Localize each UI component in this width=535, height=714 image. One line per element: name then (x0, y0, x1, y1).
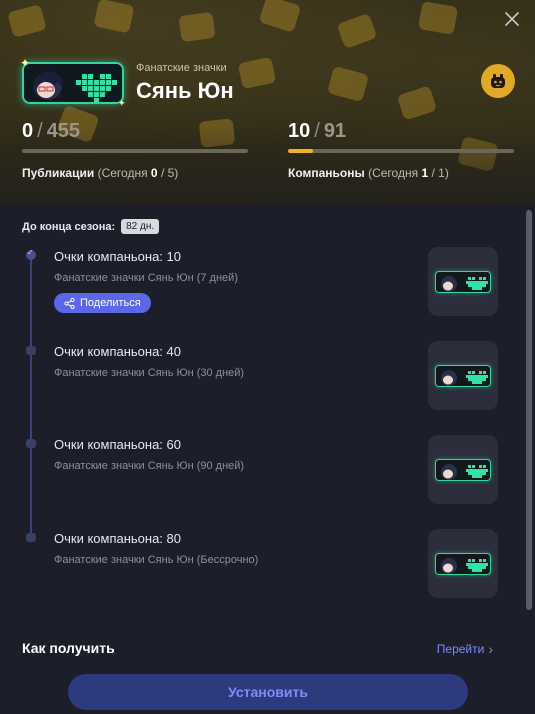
companions-progress-fill (288, 149, 313, 153)
companions-stat: 10/91 Компаньоны (Сегодня 1 / 1) (288, 120, 514, 180)
sparkle-icon: ✦ (118, 98, 126, 108)
posts-label-text: Публикации (22, 166, 95, 180)
reward-title: Очки компаньона: 40 (54, 344, 181, 359)
reward-thumbnail (428, 435, 498, 504)
season-label: До конца сезона: (22, 220, 116, 233)
reward-title: Очки компаньона: 60 (54, 437, 181, 452)
reward-title: Очки компаньона: 80 (54, 531, 181, 546)
posts-total: 455 (46, 120, 81, 142)
season-countdown: До конца сезона: 82 дн. (22, 219, 160, 234)
fan-badge-image (22, 62, 124, 104)
badge-artwork-icon (24, 64, 122, 102)
reward-title: Очки компаньона: 10 (54, 249, 181, 264)
companions-label: Компаньоны (Сегодня 1 / 1) (288, 166, 449, 180)
companions-progress-bar (288, 149, 514, 153)
reward-item: Очки компаньона: 10 Фанатские значки Сян… (54, 249, 414, 314)
mini-badge-icon (435, 552, 491, 575)
companions-today-prefix: (Сегодня (368, 166, 419, 180)
timeline-dot-icon (26, 439, 36, 448)
how-to-get-title: Как получить (22, 640, 115, 656)
mini-badge-icon (435, 270, 491, 293)
mini-badge-icon (435, 458, 491, 481)
install-button[interactable]: Установить (68, 674, 468, 710)
goto-label: Перейти (436, 642, 485, 656)
companions-today-total: 1) (438, 166, 449, 180)
reward-item: Очки компаньона: 60 Фанатские значки Сян… (54, 437, 414, 472)
reward-thumbnail (428, 341, 498, 410)
header: ✦ ✦ Фанатские значки Сянь Юн 0/455 Публи… (0, 0, 535, 205)
timeline-dot-done-icon (26, 248, 36, 260)
badge-category: Фанатские значки (136, 62, 227, 74)
posts-progress-bar (22, 149, 248, 153)
reward-desc: Фанатские значки Сянь Юн (7 дней) (54, 272, 238, 284)
posts-today-value: 0 (150, 166, 158, 180)
reward-item: Очки компаньона: 40 Фанатские значки Сян… (54, 344, 414, 379)
posts-stat: 0/455 Публикации (Сегодня 0 / 5) (22, 120, 248, 180)
scrollbar[interactable] (526, 210, 532, 610)
reward-item: Очки компаньона: 80 Фанатские значки Сян… (54, 531, 414, 566)
timeline-line (30, 255, 32, 542)
season-days-badge: 82 дн. (121, 219, 160, 234)
rewards-panel[interactable]: До конца сезона: 82 дн. Очки компаньона:… (0, 205, 535, 714)
posts-current: 0 (22, 120, 34, 142)
mini-badge-icon (435, 364, 491, 387)
robot-icon (491, 74, 505, 88)
page-title: Сянь Юн (136, 78, 234, 103)
close-icon[interactable] (503, 10, 521, 28)
share-button[interactable]: Поделиться (54, 293, 151, 313)
robot-button[interactable] (481, 64, 515, 98)
share-icon (64, 297, 75, 309)
companions-current: 10 (288, 120, 311, 142)
share-label: Поделиться (80, 297, 141, 309)
timeline-dot-icon (26, 346, 36, 355)
goto-link[interactable]: Перейти › (437, 641, 493, 657)
sparkle-icon: ✦ (20, 56, 31, 70)
chevron-right-icon: › (488, 641, 493, 657)
companions-count: 10/91 (288, 120, 347, 142)
reward-thumbnail (428, 529, 498, 598)
reward-desc: Фанатские значки Сянь Юн (90 дней) (54, 460, 245, 472)
posts-count: 0/455 (22, 120, 81, 142)
posts-today-prefix: (Сегодня (97, 166, 148, 180)
reward-desc: Фанатские значки Сянь Юн (Бессрочно) (54, 554, 259, 566)
posts-label: Публикации (Сегодня 0 / 5) (22, 166, 179, 180)
posts-today-total: 5) (167, 166, 179, 180)
companions-total: 91 (323, 120, 347, 142)
reward-desc: Фанатские значки Сянь Юн (30 дней) (54, 367, 245, 379)
companions-today-value: 1 (421, 166, 429, 180)
reward-thumbnail (428, 247, 498, 316)
timeline-dot-icon (26, 533, 36, 542)
companions-label-text: Компаньоны (288, 166, 365, 180)
